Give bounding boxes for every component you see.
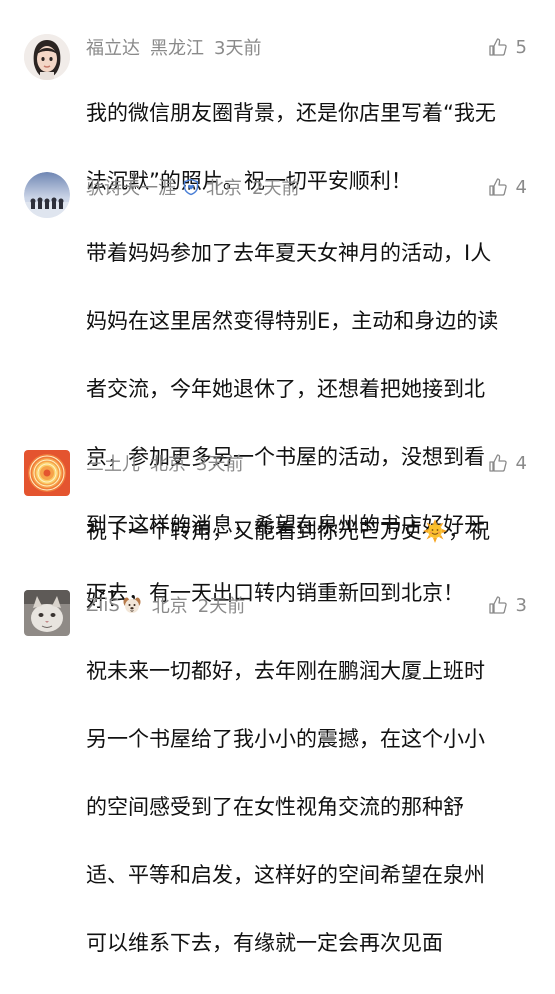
timestamp: 2天前 (252, 178, 300, 199)
comment-line: 祝下一个转角，又能看到你光芒万丈 ，祝 (86, 514, 531, 548)
avatar[interactable] (24, 590, 70, 636)
location: 北京 (151, 596, 188, 617)
timestamp: 3天前 (214, 38, 262, 59)
username[interactable]: 三土儿 (86, 450, 140, 476)
dog-face-icon (122, 595, 142, 615)
sun-with-face-icon (423, 519, 447, 543)
avatar[interactable] (24, 34, 70, 80)
location: 黑龙江 (150, 38, 204, 59)
comment-line: 祝未来一切都好，去年刚在鹏润大厦上班时 (86, 659, 485, 683)
comment-meta: 三土儿 北京 3天前 (86, 451, 249, 475)
timestamp: 3天前 (196, 454, 244, 475)
comment-segment: 祝下一个转角，又能看到你光芒万丈 (86, 519, 422, 543)
like-count: 4 (515, 176, 527, 198)
thumbs-up-icon (488, 454, 507, 472)
comment-segment: ，祝 (448, 519, 490, 543)
avatar[interactable] (24, 450, 70, 496)
comment-line: 我的微信朋友圈背景，还是你店里写着“我无 (86, 101, 496, 125)
comment-line: 可以维系下去，有缘就一定会再次见面 (86, 931, 443, 955)
like-button[interactable]: 4 (488, 451, 527, 475)
username[interactable]: ZiiS (86, 595, 120, 616)
like-count: 3 (515, 594, 527, 616)
like-button[interactable]: 5 (488, 35, 527, 59)
location: 北京 (150, 454, 186, 475)
comment-line: 妈妈在这里居然变得特别E，主动和身边的读 (86, 309, 499, 333)
comment-line: 另一个书屋给了我小小的震撼，在这个小小 (86, 727, 485, 751)
comment-line: 的空间感受到了在女性视角交流的那种舒 (86, 795, 464, 819)
like-count: 4 (515, 452, 527, 474)
thumbs-up-icon (488, 38, 507, 56)
like-count: 5 (515, 36, 527, 58)
location: 北京 (206, 178, 242, 199)
username[interactable]: 驮诗天一涯 (86, 174, 176, 200)
thumbs-up-icon (488, 596, 507, 614)
thumbs-up-icon (488, 178, 507, 196)
timestamp: 2天前 (197, 596, 246, 617)
like-button[interactable]: 4 (488, 175, 527, 199)
like-button[interactable]: 3 (488, 593, 527, 617)
comment-line: 者交流，今年她退休了，还想着把她接到北 (86, 377, 485, 401)
avatar[interactable] (24, 172, 70, 218)
comment-meta: 驮诗天一涯 北京 2天前 (86, 175, 305, 199)
comment-text: 祝未来一切都好，去年刚在鹏润大厦上班时 另一个书屋给了我小小的震撼，在这个小小 … (86, 620, 531, 994)
comment-meta: 福立达 黑龙江 3天前 (86, 35, 267, 59)
comment-line: 适、平等和启发，这样好的空间希望在泉州 (86, 863, 485, 887)
comment-meta: ZiiS 北京 2天前 (86, 593, 251, 618)
username[interactable]: 福立达 (86, 34, 140, 60)
comment-line: 带着妈妈参加了去年夏天女神月的活动，I人 (86, 241, 492, 265)
shield-heart-icon (182, 178, 200, 196)
